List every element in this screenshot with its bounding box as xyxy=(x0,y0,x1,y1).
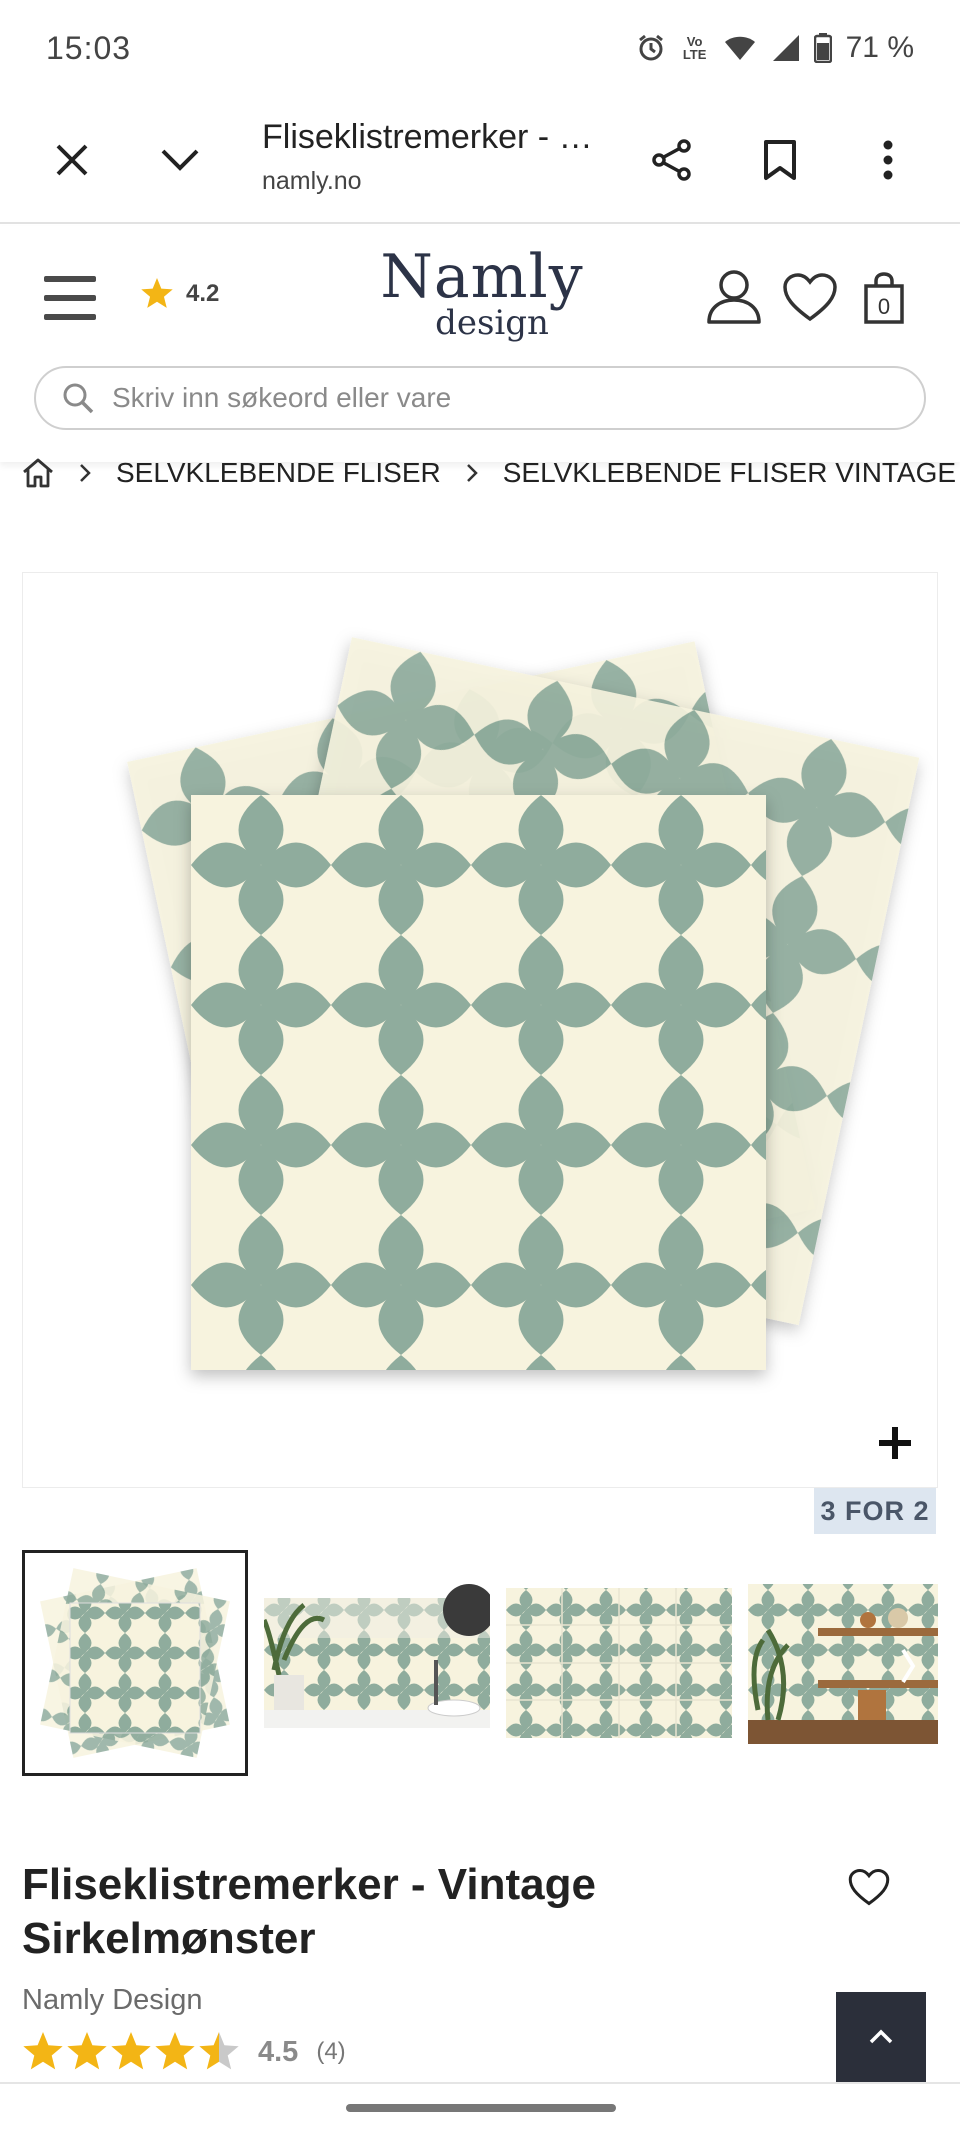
half-star-icon xyxy=(199,2032,239,2070)
product-title: Fliseklistremerker - Vintage Sirkelmønst… xyxy=(22,1860,596,1963)
store-rating[interactable]: 4.2 xyxy=(140,278,219,310)
promo-badge: 3 FOR 2 xyxy=(814,1488,936,1534)
status-bar: 15:03 Vo LTE 71 % xyxy=(0,0,960,96)
bookmark-icon xyxy=(764,140,796,180)
star-icon xyxy=(23,2032,63,2070)
thumbnail-4[interactable] xyxy=(748,1550,938,1776)
chevron-down-icon xyxy=(161,149,199,171)
account-button[interactable] xyxy=(706,268,762,329)
heart-icon xyxy=(848,1868,890,1906)
divider xyxy=(0,2082,960,2084)
chevron-right-icon xyxy=(461,463,483,483)
breadcrumb: SELVKLEBENDE FLISER SELVKLEBENDE FLISER … xyxy=(22,452,956,494)
wifi-icon xyxy=(724,36,755,60)
rating-value: 4.5 xyxy=(258,2035,299,2068)
cart-button[interactable]: 0 xyxy=(862,272,906,326)
battery-level: 71 % xyxy=(845,31,914,64)
signal-icon xyxy=(772,35,799,61)
battery-icon xyxy=(813,33,832,63)
product-rating[interactable]: 4.5 (4) xyxy=(22,2032,346,2072)
share-button[interactable] xyxy=(640,128,704,192)
thumbnail-1[interactable] xyxy=(22,1550,248,1776)
heart-icon xyxy=(783,273,837,322)
menu-button[interactable] xyxy=(44,276,96,320)
bookmark-button[interactable] xyxy=(748,128,812,192)
chevron-up-icon xyxy=(869,2029,893,2044)
zoom-plus-icon[interactable] xyxy=(875,1423,915,1463)
thumbnail-2[interactable] xyxy=(261,1550,495,1776)
alarm-icon xyxy=(638,34,663,61)
site-logo[interactable]: Namly design xyxy=(372,246,592,346)
more-options-button[interactable] xyxy=(856,128,920,192)
page-title-area[interactable]: Fliseklistremerker - Vintage Sirkelmønst… xyxy=(262,118,602,196)
minimize-tab-button[interactable] xyxy=(148,128,212,192)
status-time: 15:03 xyxy=(46,29,132,66)
site-header: 4.2 Namly design 0 Skriv inn søkeord ell… xyxy=(0,226,960,462)
search-input[interactable]: Skriv inn søkeord eller vare xyxy=(34,366,926,430)
back-to-top-button[interactable] xyxy=(836,1992,926,2082)
more-vert-icon xyxy=(883,140,893,180)
close-icon xyxy=(56,144,88,176)
gesture-nav-bar[interactable] xyxy=(346,2104,616,2112)
home-icon[interactable] xyxy=(22,458,54,488)
status-icons: Vo LTE 71 % xyxy=(636,31,914,65)
thumbnail-3[interactable] xyxy=(506,1550,732,1776)
tile-image xyxy=(127,637,920,1370)
thumbnail-strip xyxy=(22,1550,938,1776)
product-main-image[interactable] xyxy=(22,572,938,1488)
store-rating-value: 4.2 xyxy=(186,280,220,307)
cart-count: 0 xyxy=(877,294,891,319)
user-icon xyxy=(707,270,761,324)
search-placeholder: Skriv inn søkeord eller vare xyxy=(112,382,452,413)
star-icon xyxy=(111,2032,151,2070)
breadcrumb-item[interactable]: SELVKLEBENDE FLISER xyxy=(116,457,441,489)
browser-toolbar: Fliseklistremerker - Vintage Sirkelmønst… xyxy=(0,96,960,224)
logo-subtext: design xyxy=(435,303,549,343)
page-url: namly.no xyxy=(262,167,362,195)
close-tab-button[interactable] xyxy=(40,128,104,192)
star-icon xyxy=(67,2032,107,2070)
review-count[interactable]: (4) xyxy=(316,2038,345,2066)
share-icon xyxy=(652,139,691,181)
volte-indicator: Vo LTE xyxy=(682,34,707,62)
star-icon xyxy=(155,2032,195,2070)
add-to-wishlist-button[interactable] xyxy=(848,1868,896,1916)
wishlist-button[interactable] xyxy=(782,272,838,327)
page-title: Fliseklistremerker - Vintage Sirkelmønst… xyxy=(262,118,602,156)
breadcrumb-item[interactable]: SELVKLEBENDE FLISER VINTAGE xyxy=(503,457,956,489)
star-icon xyxy=(141,278,173,308)
chevron-right-icon xyxy=(74,463,96,483)
search-icon xyxy=(63,383,94,414)
logo-text: Namly xyxy=(380,242,584,312)
menu-icon xyxy=(44,276,96,282)
product-brand[interactable]: Namly Design xyxy=(22,1984,203,2017)
rating-stars xyxy=(22,2032,240,2072)
